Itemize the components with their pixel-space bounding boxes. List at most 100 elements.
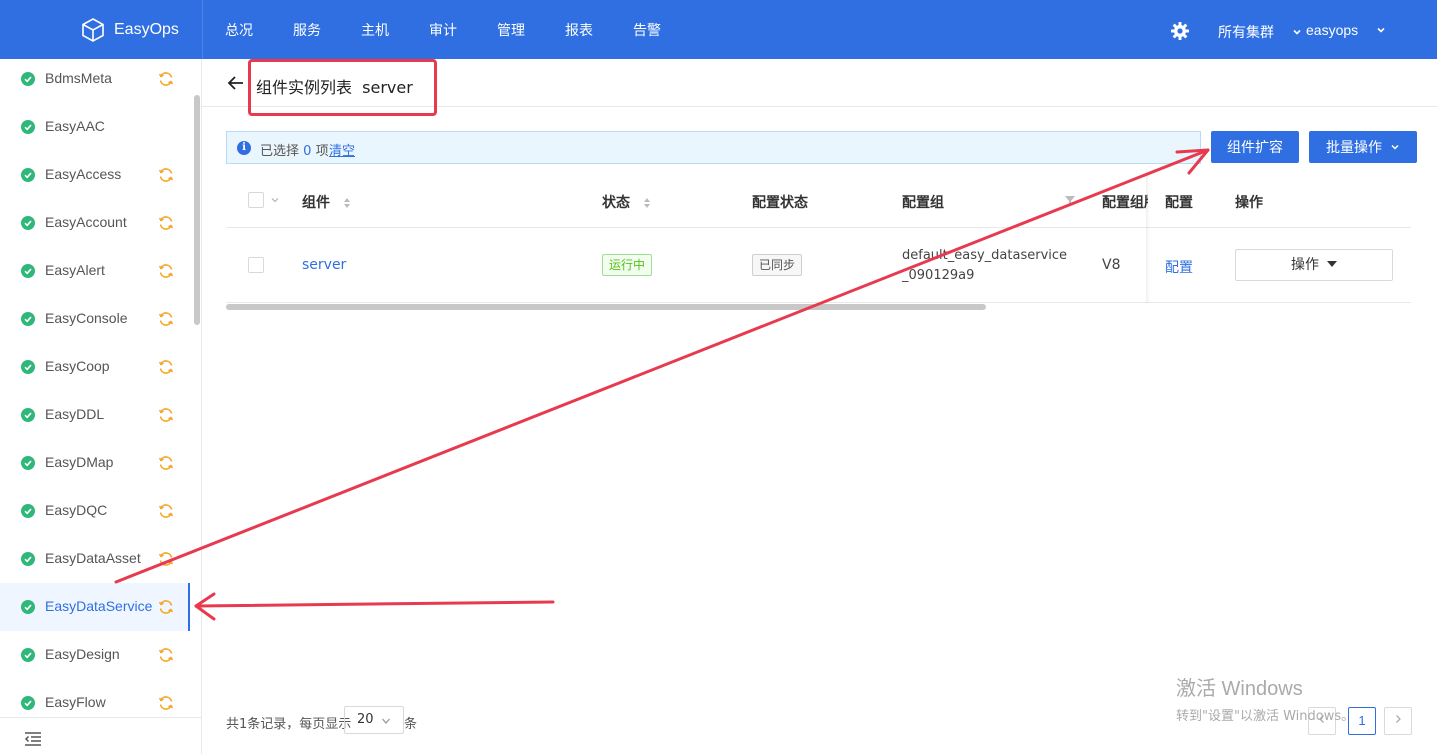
- sidebar-scrollbar-thumb[interactable]: [194, 95, 200, 325]
- sidebar-item[interactable]: EasyDataService: [0, 583, 190, 631]
- sort-icon[interactable]: [643, 197, 651, 209]
- sidebar-item[interactable]: EasyAAC: [0, 103, 190, 151]
- config-group-line-2: _090129a9: [902, 268, 975, 283]
- config-group-value: default_easy_dataservice _090129a9: [902, 246, 1067, 286]
- caret-down-icon: [1327, 261, 1337, 267]
- annotation-arrow-to-sidebar: [194, 600, 555, 608]
- sidebar-item[interactable]: EasyAlert: [0, 247, 190, 295]
- config-link[interactable]: 配置: [1165, 257, 1193, 277]
- sync-icon: [158, 408, 174, 422]
- sidebar-item[interactable]: EasyConsole: [0, 295, 190, 343]
- column-status-label: 状态: [602, 195, 630, 211]
- selection-alert: i 已选择 0 项 清空: [226, 131, 1201, 164]
- sidebar-item[interactable]: EasyAccount: [0, 199, 190, 247]
- sidebar-item[interactable]: EasyDesign: [0, 631, 190, 679]
- sidebar-item[interactable]: EasyDQC: [0, 487, 190, 535]
- sidebar-item-label: EasyDQC: [45, 502, 108, 518]
- cube-icon: [82, 18, 104, 42]
- selection-suffix: 项: [315, 144, 329, 159]
- check-circle-icon: [21, 168, 35, 182]
- service-list: BdmsMeta EasyAAC EasyAccess EasyAccount Easy…: [0, 59, 190, 727]
- nav-overview[interactable]: 总况: [205, 0, 273, 59]
- batch-operation-label: 批量操作: [1326, 139, 1382, 155]
- scale-component-button[interactable]: 组件扩容: [1211, 131, 1299, 163]
- check-circle-icon: [21, 552, 35, 566]
- clear-selection-link[interactable]: 清空: [329, 140, 355, 159]
- sidebar-item-label: EasyDesign: [45, 646, 120, 662]
- sidebar-item[interactable]: EasyCoop: [0, 343, 190, 391]
- watermark-line-2: 转到"设置"以激活 Windows。: [1176, 709, 1355, 724]
- sidebar-item-label: EasyDMap: [45, 454, 114, 470]
- cluster-selector[interactable]: 所有集群: [1218, 22, 1302, 42]
- gear-icon[interactable]: [1170, 21, 1190, 41]
- sidebar-item[interactable]: EasyDMap: [0, 439, 190, 487]
- filter-icon[interactable]: [1064, 195, 1076, 207]
- row-checkbox[interactable]: [248, 257, 264, 273]
- selection-count: 0: [303, 144, 312, 159]
- brand-logo[interactable]: EasyOps: [80, 17, 179, 43]
- selection-prefix: 已选择: [260, 144, 300, 159]
- sidebar-item-label: BdmsMeta: [45, 70, 112, 86]
- check-circle-icon: [21, 456, 35, 470]
- nav-manage[interactable]: 管理: [477, 0, 545, 59]
- table-horizontal-scrollbar[interactable]: [226, 304, 986, 310]
- check-circle-icon: [21, 120, 35, 134]
- column-config-status: 配置状态: [752, 195, 808, 211]
- sidebar-item-label: EasyAccount: [45, 214, 127, 230]
- chevron-down-icon[interactable]: [270, 195, 280, 205]
- nav-hosts[interactable]: 主机: [341, 0, 409, 59]
- sync-icon: [158, 72, 174, 86]
- sidebar-item[interactable]: EasyDataAsset: [0, 535, 190, 583]
- check-circle-icon: [21, 360, 35, 374]
- main-nav: 总况 服务 主机 审计 管理 报表 告警: [205, 0, 681, 59]
- back-arrow-icon[interactable]: [226, 73, 246, 93]
- sidebar-item[interactable]: EasyAccess: [0, 151, 190, 199]
- column-operations: 操作: [1235, 195, 1263, 211]
- page-size-value: 20: [357, 712, 374, 727]
- sync-icon: [158, 360, 174, 374]
- sync-icon: [158, 600, 174, 614]
- sidebar-item-label: EasyDDL: [45, 406, 105, 422]
- sync-icon: [158, 648, 174, 662]
- column-config-group: 配置组: [902, 195, 944, 211]
- sync-icon: [158, 504, 174, 518]
- check-circle-icon: [21, 312, 35, 326]
- column-config: 配置: [1165, 195, 1193, 211]
- chevron-right-icon: [1396, 715, 1401, 723]
- sidebar-footer: [0, 717, 201, 754]
- select-all-checkbox[interactable]: [248, 192, 264, 208]
- table-row: server 运行中 已同步 default_easy_dataservice …: [226, 229, 1411, 303]
- nav-alerts[interactable]: 告警: [613, 0, 681, 59]
- annotation-box-title: [248, 59, 437, 116]
- sidebar-item[interactable]: BdmsMeta: [0, 59, 190, 103]
- column-status[interactable]: 状态: [602, 192, 651, 212]
- user-menu[interactable]: easyops: [1306, 22, 1386, 38]
- sync-icon: [158, 264, 174, 278]
- sync-icon: [158, 696, 174, 710]
- user-name: easyops: [1306, 22, 1359, 38]
- sidebar-item-label: EasyAccess: [45, 166, 122, 182]
- check-circle-icon: [21, 600, 35, 614]
- page-size-select[interactable]: 20: [344, 706, 404, 734]
- nav-audit[interactable]: 审计: [409, 0, 477, 59]
- nav-divider: [202, 0, 203, 59]
- row-operations-dropdown[interactable]: 操作: [1235, 249, 1393, 281]
- check-circle-icon: [21, 408, 35, 422]
- column-component-label: 组件: [302, 195, 330, 211]
- cluster-label: 所有集群: [1218, 25, 1274, 41]
- top-navbar: EasyOps 总况 服务 主机 审计 管理 报表 告警 所有集群 easyop…: [0, 0, 1437, 59]
- annotation-arrows: [114, 148, 1210, 621]
- component-name-link[interactable]: server: [302, 257, 346, 273]
- sort-icon[interactable]: [343, 197, 351, 209]
- windows-activation-watermark: 激活 Windows 转到"设置"以激活 Windows。: [1176, 672, 1354, 724]
- check-circle-icon: [21, 696, 35, 710]
- batch-operation-button[interactable]: 批量操作: [1309, 131, 1417, 163]
- nav-reports[interactable]: 报表: [545, 0, 613, 59]
- collapse-menu-icon[interactable]: [24, 732, 42, 746]
- nav-services[interactable]: 服务: [273, 0, 341, 59]
- sidebar-item[interactable]: EasyDDL: [0, 391, 190, 439]
- next-page-button[interactable]: [1384, 707, 1412, 735]
- chevron-down-icon: [1391, 144, 1399, 150]
- column-component[interactable]: 组件: [302, 192, 351, 212]
- status-badge: 运行中: [602, 254, 653, 276]
